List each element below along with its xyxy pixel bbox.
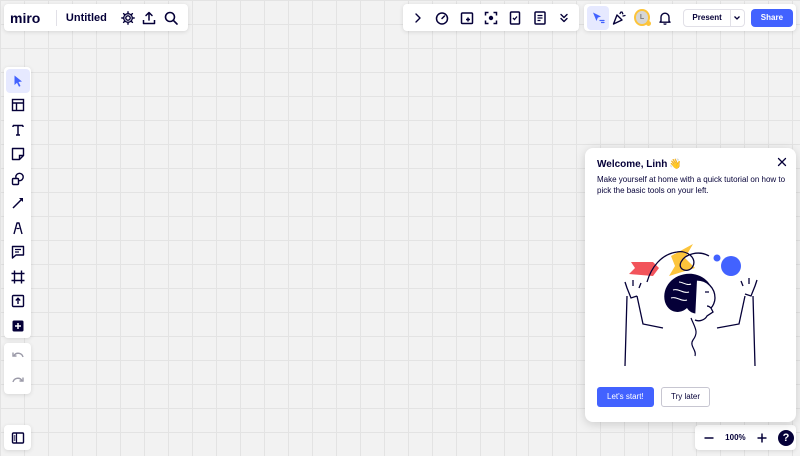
red-ribbon-shape bbox=[629, 262, 659, 276]
present-label: Present bbox=[692, 12, 722, 22]
creation-toolbar bbox=[4, 67, 31, 338]
close-icon bbox=[777, 157, 787, 167]
history-toolbar bbox=[4, 343, 31, 394]
blue-ball-small bbox=[713, 254, 721, 262]
present-button[interactable]: Present bbox=[683, 8, 745, 27]
start-tutorial-button[interactable]: Let's start! bbox=[597, 387, 654, 407]
text-icon bbox=[11, 124, 24, 136]
tool-comment[interactable] bbox=[6, 240, 30, 264]
zoom-in-button[interactable] bbox=[750, 426, 774, 450]
pen-icon bbox=[12, 221, 23, 234]
miro-logo-mark: miro bbox=[10, 12, 40, 24]
redo-icon bbox=[11, 377, 24, 383]
search-button[interactable] bbox=[160, 6, 182, 30]
character-face bbox=[694, 279, 716, 322]
plus-icon bbox=[757, 433, 767, 442]
cursor-lines-icon bbox=[592, 12, 605, 23]
line-icon bbox=[11, 198, 23, 209]
share-toolbar: L Present Share bbox=[584, 4, 796, 31]
expand-toolbar-button[interactable] bbox=[406, 6, 430, 30]
chevron-right-icon bbox=[415, 12, 421, 23]
sidebar-panel-icon bbox=[11, 431, 24, 444]
comment-icon bbox=[11, 245, 24, 259]
board-bar: miro Untitled bbox=[4, 4, 188, 31]
shapes-icon bbox=[11, 172, 24, 185]
tool-text[interactable] bbox=[6, 118, 30, 142]
miro-logo[interactable]: miro bbox=[10, 12, 46, 24]
tool-more-apps[interactable] bbox=[6, 314, 30, 338]
sticky-note-add-button[interactable] bbox=[455, 6, 479, 30]
tool-sticky-note[interactable] bbox=[6, 142, 30, 166]
chevron-down-icon bbox=[734, 15, 741, 20]
cursor-tracking-button[interactable] bbox=[587, 5, 609, 30]
focus-icon bbox=[484, 11, 498, 24]
tool-pen[interactable] bbox=[6, 216, 30, 240]
focus-button[interactable] bbox=[479, 6, 503, 30]
undo-icon bbox=[11, 352, 24, 358]
more-tools-button[interactable] bbox=[552, 6, 576, 30]
chevrons-down-icon bbox=[560, 13, 568, 22]
templates-icon bbox=[11, 99, 24, 112]
more-apps-icon bbox=[12, 320, 23, 331]
undo-button[interactable] bbox=[6, 344, 30, 368]
zoom-controls: 100% ? bbox=[695, 425, 796, 450]
welcome-tutorial-card: Welcome, Linh 👋 Make yourself at home wit… bbox=[585, 148, 796, 422]
tool-templates[interactable] bbox=[6, 93, 30, 117]
collar-line bbox=[690, 317, 697, 357]
notes-button[interactable] bbox=[528, 6, 552, 30]
welcome-title-text: Welcome, Linh bbox=[597, 159, 668, 170]
right-arm bbox=[716, 295, 756, 367]
tool-line[interactable] bbox=[6, 191, 30, 215]
tool-frame[interactable] bbox=[6, 265, 30, 289]
notifications-button[interactable] bbox=[654, 6, 676, 30]
close-button[interactable] bbox=[775, 155, 789, 169]
settings-icon bbox=[120, 10, 135, 25]
left-hand bbox=[624, 280, 642, 299]
select-icon bbox=[14, 75, 22, 87]
upload-icon bbox=[143, 11, 156, 24]
collaboration-toolbar bbox=[403, 4, 579, 31]
welcome-title: Welcome, Linh 👋 bbox=[597, 159, 682, 170]
blue-ball-large bbox=[721, 256, 741, 276]
minus-icon bbox=[704, 436, 714, 439]
welcome-description: Make yourself at home with a quick tutor… bbox=[597, 175, 786, 195]
svg-text:miro: miro bbox=[10, 12, 40, 24]
zoom-level[interactable]: 100% bbox=[725, 433, 745, 442]
search-icon bbox=[164, 11, 178, 25]
party-popper-icon bbox=[613, 10, 627, 25]
sticky-note-icon bbox=[11, 148, 24, 161]
frames-panel-toggle bbox=[4, 425, 31, 450]
tool-select[interactable] bbox=[5, 69, 30, 93]
timer-icon bbox=[436, 11, 449, 25]
divider bbox=[56, 9, 57, 26]
try-later-button[interactable]: Try later bbox=[661, 387, 711, 407]
tool-shapes[interactable] bbox=[6, 167, 30, 191]
reactions-button[interactable] bbox=[609, 6, 631, 30]
board-title[interactable]: Untitled bbox=[66, 12, 107, 24]
frame-icon bbox=[11, 270, 24, 284]
upload-icon bbox=[11, 294, 24, 308]
sticky-note-add-icon bbox=[460, 11, 473, 24]
export-button[interactable] bbox=[139, 6, 161, 30]
frames-panel-button[interactable] bbox=[6, 426, 30, 450]
voting-icon bbox=[510, 10, 521, 25]
settings-button[interactable] bbox=[117, 6, 139, 30]
help-button[interactable]: ? bbox=[777, 429, 794, 446]
share-button[interactable]: Share bbox=[750, 8, 794, 27]
redo-button[interactable] bbox=[6, 369, 30, 393]
timer-button[interactable] bbox=[430, 6, 454, 30]
zoom-out-button[interactable] bbox=[697, 426, 721, 450]
left-arm bbox=[624, 295, 664, 367]
waving-hand-icon: 👋 bbox=[669, 159, 682, 170]
present-options-toggle[interactable] bbox=[729, 9, 744, 26]
notes-icon bbox=[533, 10, 546, 25]
avatar[interactable]: L bbox=[634, 9, 651, 26]
voting-button[interactable] bbox=[503, 6, 527, 30]
bell-icon bbox=[658, 12, 671, 25]
welcome-illustration bbox=[624, 244, 758, 367]
tool-upload[interactable] bbox=[6, 289, 30, 313]
right-hand bbox=[740, 278, 758, 297]
